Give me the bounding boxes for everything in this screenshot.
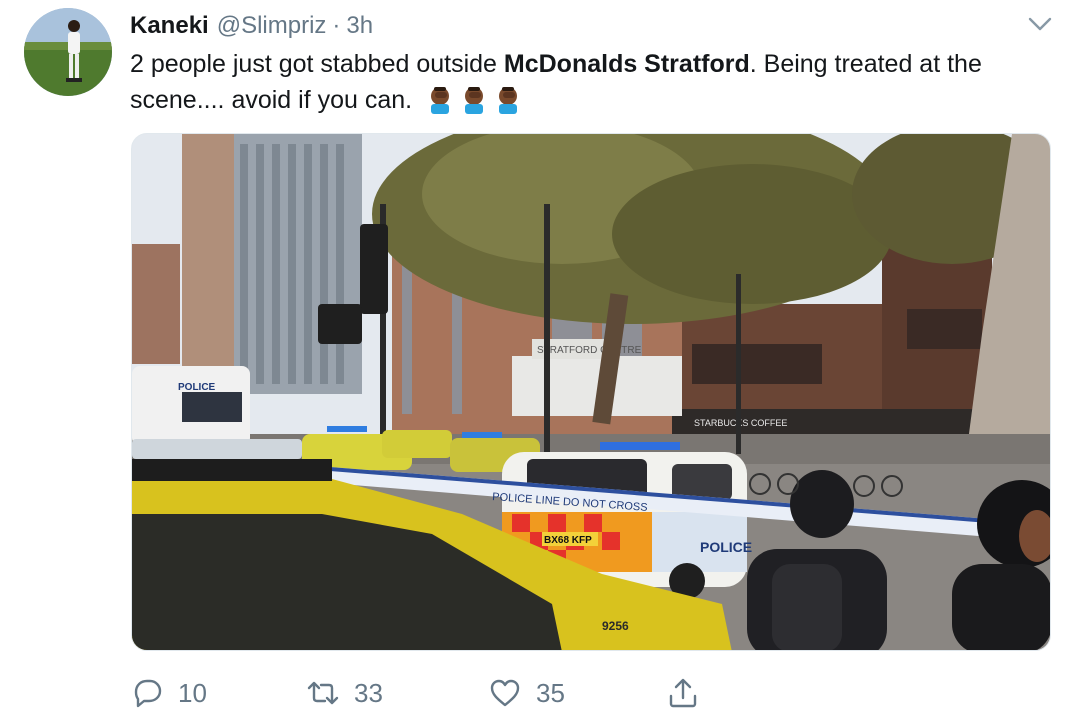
avatar-image	[24, 8, 112, 96]
reply-button[interactable]: 10	[130, 676, 207, 710]
tweet-text-start: 2 people just got stabbed outside	[130, 50, 504, 78]
emoji-group	[425, 84, 523, 114]
share-icon	[669, 678, 697, 708]
author-handle[interactable]: @Slimpriz	[217, 12, 327, 40]
tweet-text-highlight: McDonalds Stratford	[503, 50, 750, 78]
facepalm-emoji-icon	[431, 87, 450, 114]
retweet-button[interactable]: 33	[306, 676, 383, 710]
header-separator: ·	[332, 12, 341, 39]
share-button[interactable]	[666, 676, 700, 710]
van-police-text: POLICE	[178, 382, 216, 393]
tweet-timestamp[interactable]: 3h	[346, 12, 373, 40]
avatar[interactable]	[24, 8, 112, 96]
centre-sign: STRATFORD CENTRE	[537, 345, 642, 356]
tweet-text: 2 people just got stabbed outside McDona…	[130, 46, 1050, 118]
author-name[interactable]: Kaneki	[130, 12, 209, 40]
reply-count: 10	[178, 677, 207, 708]
retweet-count: 33	[354, 677, 383, 708]
police-scene-photo: STRATFORD CENTRE STARBUCKS COFFEE POLICE	[132, 134, 1050, 650]
chevron-down-icon	[1028, 17, 1052, 31]
tweet-actions: 10 33 35	[130, 676, 730, 720]
car-police-text: POLICE	[700, 539, 752, 555]
tweet-header: Kaneki @Slimpriz · 3h	[130, 12, 373, 44]
taxi-number: 9256	[602, 619, 629, 633]
like-icon	[490, 679, 520, 707]
like-count: 35	[536, 677, 565, 708]
facepalm-emoji-icon	[499, 87, 518, 114]
facepalm-emoji-icon	[465, 87, 484, 114]
reply-icon	[134, 679, 162, 708]
retweet-icon	[307, 681, 339, 705]
like-button[interactable]: 35	[488, 676, 565, 710]
tweet-media-photo[interactable]: STRATFORD CENTRE STARBUCKS COFFEE POLICE	[131, 133, 1051, 651]
number-plate: BX68 KFP	[544, 535, 592, 546]
more-options-button[interactable]	[1026, 14, 1054, 34]
